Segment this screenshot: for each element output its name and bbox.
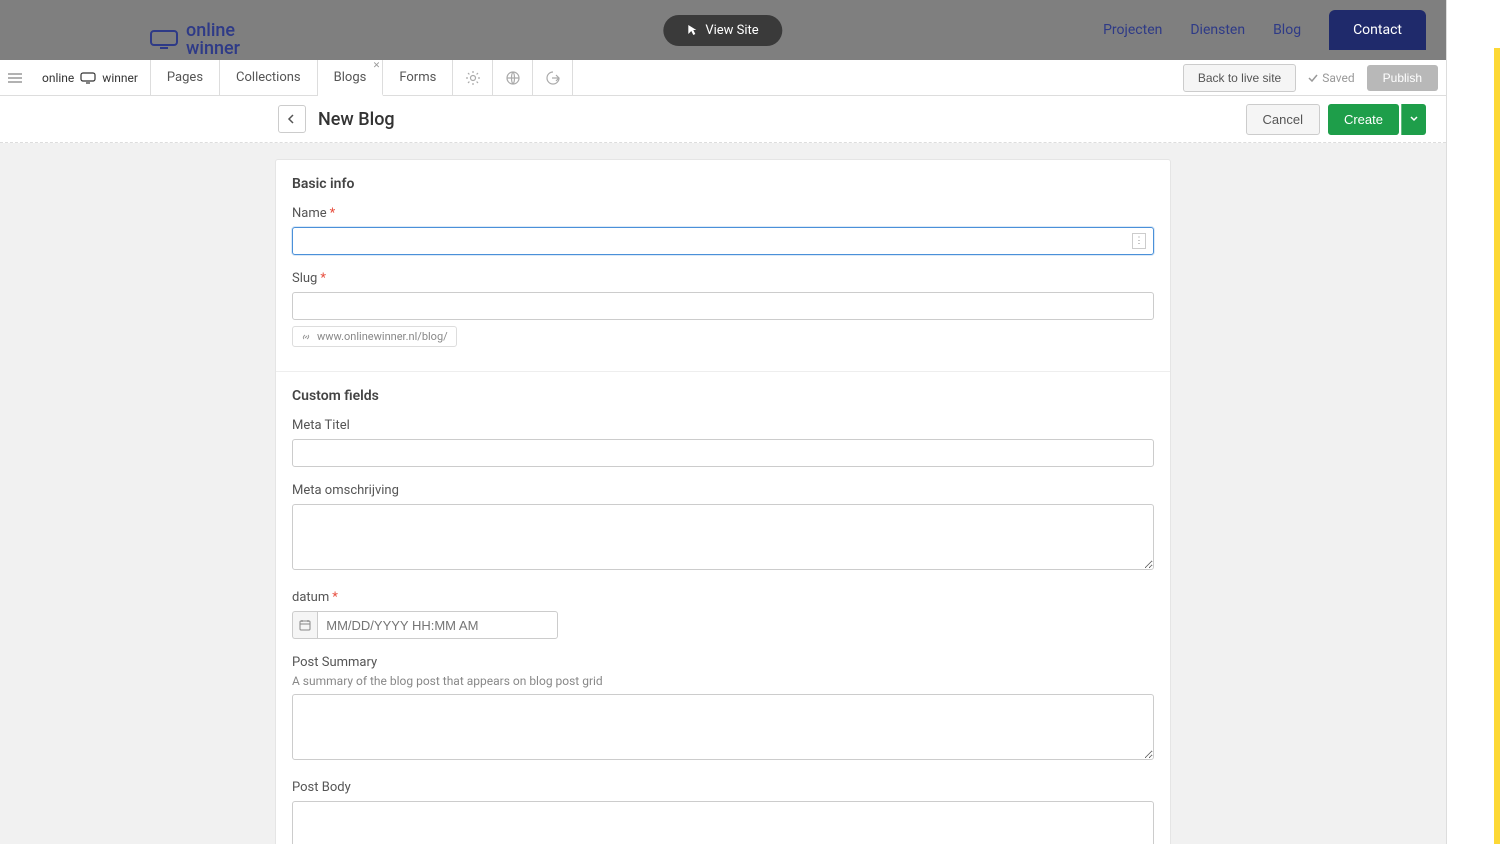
site-nav: Projecten Diensten Blog Contact	[1103, 10, 1426, 50]
body-input[interactable]	[292, 801, 1154, 844]
tab-blogs[interactable]: Blogs ✕	[318, 60, 384, 96]
name-input[interactable]	[292, 227, 1154, 255]
input-suggestion-icon[interactable]: ⋮	[1132, 233, 1146, 249]
logout-icon[interactable]	[533, 60, 573, 95]
nav-blog[interactable]: Blog	[1273, 22, 1301, 38]
view-site-label: View Site	[705, 23, 758, 38]
meta-desc-field: Meta omschrijving	[292, 483, 1154, 574]
editor-brand: online winner	[30, 60, 151, 95]
right-sidebar-strip	[1446, 0, 1500, 844]
page-title: New Blog	[318, 109, 395, 130]
slug-url-preview: www.onlinewinner.nl/blog/	[292, 326, 457, 347]
editor-toolbar: online winner Pages Collections Blogs ✕ …	[0, 60, 1446, 96]
tab-pages-label: Pages	[167, 70, 203, 85]
toolbar-right: Back to live site Saved Publish	[1183, 60, 1446, 95]
meta-title-field: Meta Titel	[292, 418, 1154, 467]
create-button[interactable]: Create	[1328, 104, 1399, 135]
meta-desc-label: Meta omschrijving	[292, 483, 1154, 498]
required-marker: *	[320, 271, 326, 286]
calendar-icon[interactable]	[292, 611, 317, 639]
nav-contact[interactable]: Contact	[1329, 10, 1426, 50]
slug-label-text: Slug	[292, 271, 317, 286]
tab-forms-label: Forms	[399, 70, 436, 85]
tab-collections[interactable]: Collections	[220, 60, 318, 95]
settings-icon[interactable]	[453, 60, 493, 95]
meta-title-input[interactable]	[292, 439, 1154, 467]
meta-desc-input[interactable]	[292, 504, 1154, 570]
site-logo-bottom: winner	[186, 40, 240, 58]
name-label-text: Name	[292, 206, 327, 221]
tab-forms[interactable]: Forms	[383, 60, 453, 95]
body-label: Post Body	[292, 780, 1154, 795]
saved-status: Saved	[1308, 71, 1354, 85]
brand-right: winner	[102, 71, 138, 85]
page-header-actions: Cancel Create	[1246, 104, 1427, 135]
slug-input[interactable]	[292, 292, 1154, 320]
datum-label-text: datum	[292, 590, 329, 605]
nav-projecten[interactable]: Projecten	[1103, 22, 1162, 38]
summary-label: Post Summary	[292, 655, 1154, 670]
cancel-button[interactable]: Cancel	[1246, 104, 1320, 135]
summary-help: A summary of the blog post that appears …	[292, 674, 1154, 688]
custom-fields-title: Custom fields	[292, 388, 1154, 404]
brand-left: online	[42, 71, 74, 85]
name-label: Name*	[292, 206, 1154, 221]
site-header-dimmed: online winner View Site Projecten Dienst…	[0, 0, 1446, 60]
slug-url-text: www.onlinewinner.nl/blog/	[317, 330, 448, 343]
check-icon	[1308, 74, 1318, 82]
content-area: Basic info Name* ⋮ Slug*	[0, 143, 1446, 844]
link-icon	[301, 332, 311, 342]
datum-input[interactable]	[317, 611, 558, 639]
basic-info-section: Basic info Name* ⋮ Slug*	[276, 160, 1170, 371]
datum-field: datum*	[292, 590, 1154, 639]
form-card: Basic info Name* ⋮ Slug*	[275, 159, 1171, 844]
globe-icon[interactable]	[493, 60, 533, 95]
tab-blogs-label: Blogs	[334, 70, 367, 85]
name-field: Name* ⋮	[292, 206, 1154, 255]
summary-input[interactable]	[292, 694, 1154, 760]
tab-pages[interactable]: Pages	[151, 60, 220, 95]
saved-label: Saved	[1322, 71, 1354, 85]
body-field: Post Body	[292, 780, 1154, 844]
back-to-live-site-button[interactable]: Back to live site	[1183, 64, 1296, 92]
create-dropdown-button[interactable]	[1401, 104, 1426, 135]
editor-tabs: Pages Collections Blogs ✕ Forms	[151, 60, 573, 95]
custom-fields-section: Custom fields Meta Titel Meta omschrijvi…	[276, 371, 1170, 844]
required-marker: *	[330, 206, 336, 221]
publish-button[interactable]: Publish	[1367, 65, 1438, 91]
nav-diensten[interactable]: Diensten	[1190, 22, 1245, 38]
view-site-button[interactable]: View Site	[663, 15, 782, 46]
datum-label: datum*	[292, 590, 1154, 605]
required-marker: *	[332, 590, 338, 605]
slug-field: Slug* www.onlinewinner.nl/blog/	[292, 271, 1154, 347]
menu-icon[interactable]	[0, 60, 30, 95]
site-logo: online winner	[150, 22, 240, 58]
cursor-icon	[687, 24, 697, 36]
summary-field: Post Summary A summary of the blog post …	[292, 655, 1154, 764]
page-header: New Blog Cancel Create	[0, 96, 1446, 143]
chevron-down-icon	[1410, 116, 1418, 122]
meta-title-label: Meta Titel	[292, 418, 1154, 433]
slug-label: Slug*	[292, 271, 1154, 286]
back-arrow-button[interactable]	[278, 105, 306, 133]
basic-info-title: Basic info	[292, 176, 1154, 192]
close-icon[interactable]: ✕	[373, 61, 381, 71]
tab-collections-label: Collections	[236, 70, 301, 85]
